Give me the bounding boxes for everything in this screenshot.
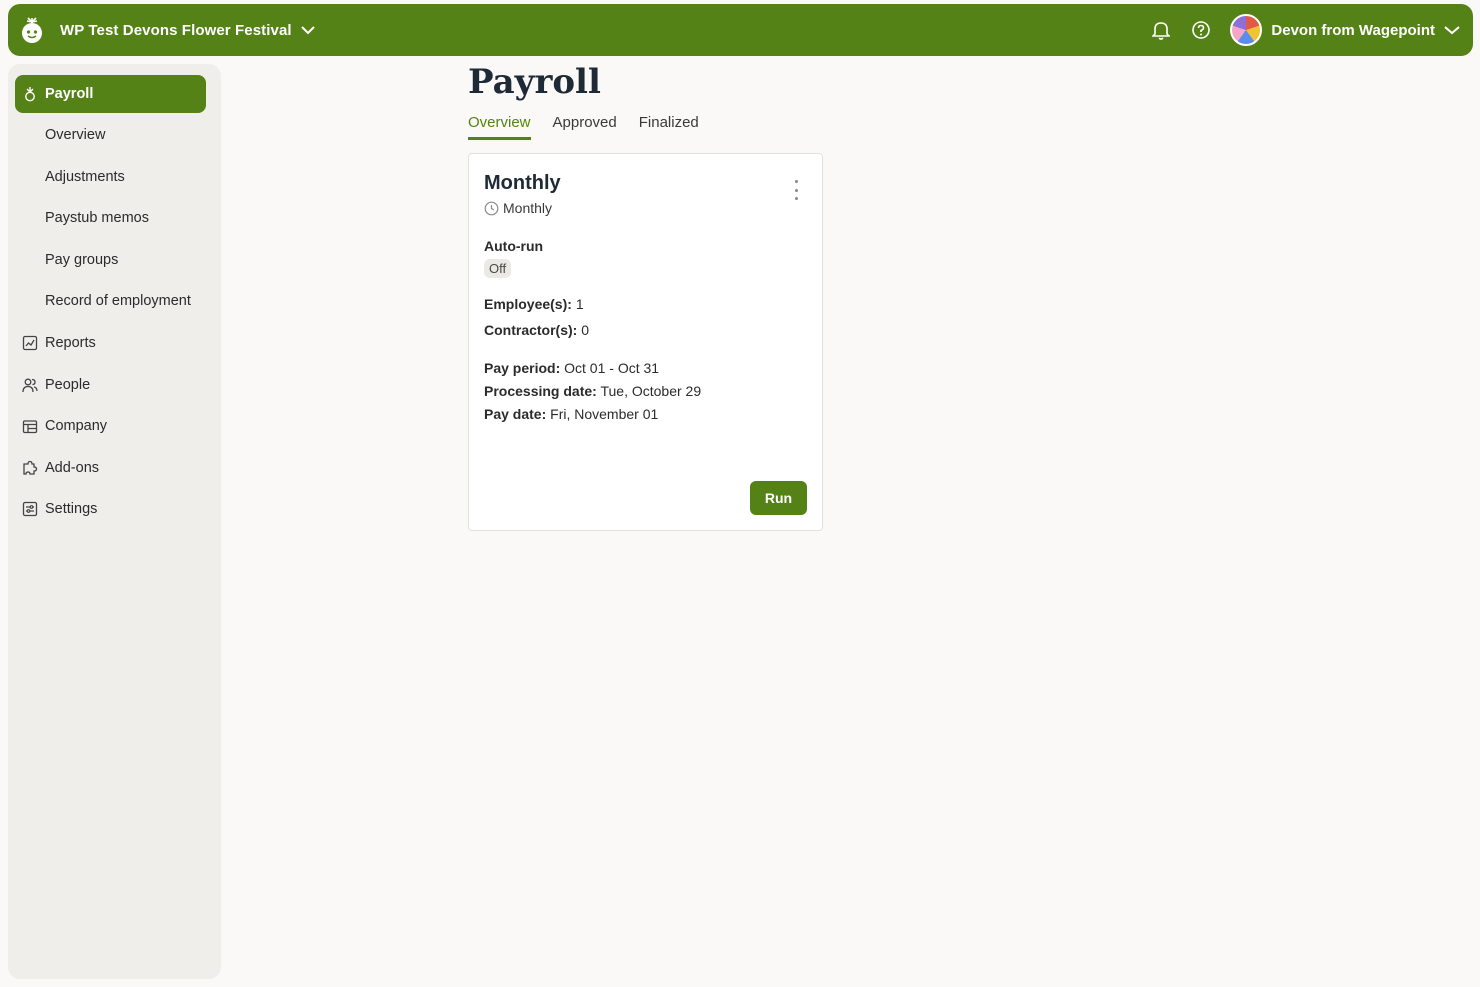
processing-date-value: Tue, October 29 (600, 383, 702, 399)
sidebar-item-label: Settings (45, 501, 98, 517)
avatar[interactable] (1230, 14, 1263, 46)
sidebar-item-reports[interactable]: Reports (15, 324, 206, 362)
sidebar-item-label: Company (45, 418, 108, 434)
sidebar-item-label: People (45, 377, 91, 393)
bell-icon[interactable] (1150, 19, 1172, 41)
sidebar-item-company[interactable]: Company (15, 407, 206, 445)
employees-label: Employee(s): (484, 296, 572, 312)
sidebar-item-payroll[interactable]: Payroll (15, 75, 206, 113)
addons-icon (22, 460, 38, 476)
top-right-controls: Devon from Wagepoint (1150, 14, 1461, 46)
pay-date-value: Fri, November 01 (550, 406, 659, 422)
sidebar-item-label: Overview (45, 127, 106, 143)
sidebar-item-label: Add-ons (45, 460, 100, 476)
autorun-status-badge: Off (484, 259, 512, 278)
autorun-label: Auto-run (484, 238, 544, 254)
help-icon[interactable] (1190, 19, 1212, 41)
sidebar-item-pay-groups[interactable]: Pay groups (15, 241, 206, 279)
sidebar-item-people[interactable]: People (15, 366, 206, 404)
sidebar-item-label: Record of employment (45, 293, 191, 309)
pay-frequency-text: Monthly (503, 200, 553, 216)
more-options-icon[interactable] (790, 180, 802, 200)
card-title: Monthly (484, 172, 561, 194)
payroll-icon (22, 86, 38, 102)
sidebar: Payroll Overview Adjustments Paystub mem… (8, 64, 221, 979)
reports-icon (22, 335, 38, 351)
clock-icon (484, 201, 499, 216)
sidebar-item-add-ons[interactable]: Add-ons (15, 449, 206, 487)
tab-overview[interactable]: Overview (468, 114, 531, 140)
company-name[interactable]: WP Test Devons Flower Festival (60, 22, 292, 39)
pay-period: Pay period: Oct 01 - Oct 31 (484, 360, 659, 376)
employees-value: 1 (575, 296, 584, 312)
pay-date-label: Pay date: (484, 406, 547, 422)
sidebar-item-label: Adjustments (45, 169, 125, 185)
tab-finalized[interactable]: Finalized (639, 114, 699, 140)
payroll-tabs: Overview Approved Finalized (468, 114, 721, 140)
top-bar: WP Test Devons Flower Festival Devon fro… (8, 4, 1473, 56)
processing-date: Processing date: Tue, October 29 (484, 383, 701, 399)
pay-period-label: Pay period: (484, 360, 561, 376)
pay-frequency: Monthly (484, 200, 552, 216)
chevron-down-icon[interactable] (300, 25, 316, 35)
contractors-value: 0 (581, 322, 590, 338)
sidebar-item-overview[interactable]: Overview (15, 116, 206, 154)
sidebar-item-label: Paystub memos (45, 210, 149, 226)
processing-date-label: Processing date: (484, 383, 597, 399)
people-icon (22, 377, 38, 393)
company-icon (22, 418, 38, 434)
sidebar-item-record-of-employment[interactable]: Record of employment (15, 282, 206, 320)
sidebar-item-paystub-memos[interactable]: Paystub memos (15, 199, 206, 237)
app-logo-icon[interactable] (18, 16, 46, 44)
sidebar-item-label: Reports (45, 335, 96, 351)
employees-count: Employee(s): 1 (484, 296, 584, 312)
sidebar-item-label: Pay groups (45, 252, 119, 268)
page-title: Payroll (468, 62, 601, 102)
sidebar-item-adjustments[interactable]: Adjustments (15, 158, 206, 196)
settings-icon (22, 501, 38, 517)
contractors-count: Contractor(s): 0 (484, 322, 589, 338)
run-button[interactable]: Run (750, 481, 807, 515)
user-menu-chevron-icon[interactable] (1443, 25, 1461, 35)
user-name[interactable]: Devon from Wagepoint (1271, 22, 1435, 39)
pay-date: Pay date: Fri, November 01 (484, 406, 658, 422)
contractors-label: Contractor(s): (484, 322, 578, 338)
sidebar-item-label: Payroll (45, 86, 94, 102)
tab-approved[interactable]: Approved (553, 114, 617, 140)
pay-period-value: Oct 01 - Oct 31 (564, 360, 660, 376)
sidebar-item-settings[interactable]: Settings (15, 490, 206, 528)
pay-group-card: Monthly Monthly Auto-run Off Employee(s)… (468, 153, 823, 531)
